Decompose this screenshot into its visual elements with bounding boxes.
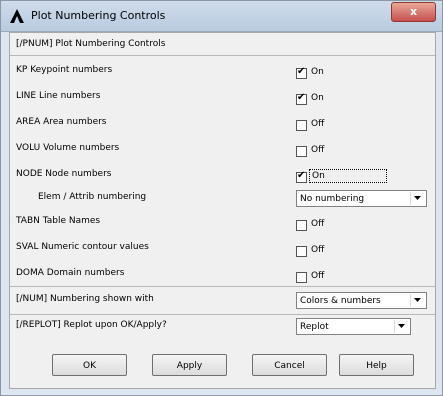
contour-values-checkbox[interactable]	[296, 246, 307, 257]
dropdown-arrow-icon	[410, 294, 425, 307]
help-button[interactable]: Help	[339, 354, 414, 376]
section-title: [/PNUM] Plot Numbering Controls	[16, 39, 166, 49]
elem-attrib-select[interactable]: No numbering	[296, 190, 427, 207]
domain-checkbox[interactable]	[296, 272, 307, 283]
num-label: [/NUM] Numbering shown with	[16, 294, 154, 304]
close-button[interactable]: x	[391, 2, 436, 22]
line-label: LINE Line numbers	[16, 91, 101, 101]
elem-attrib-label: Elem / Attrib numbering	[38, 192, 147, 202]
num-select[interactable]: Colors & numbers	[296, 292, 427, 309]
domain-state: Off	[311, 271, 325, 281]
keypoint-label: KP Keypoint numbers	[16, 65, 113, 75]
domain-label: DOMA Domain numbers	[16, 268, 125, 278]
area-state: Off	[311, 119, 325, 129]
check-icon: ✔	[297, 92, 306, 103]
area-checkbox[interactable]	[296, 120, 307, 131]
table-names-checkbox[interactable]	[296, 220, 307, 231]
table-names-state: Off	[311, 219, 325, 229]
title-bar[interactable]: Plot Numbering Controls x	[1, 1, 442, 32]
node-checkbox[interactable]: ✔	[296, 170, 307, 183]
divider	[10, 286, 435, 287]
ok-button[interactable]: OK	[52, 354, 127, 376]
contour-values-state: Off	[311, 245, 325, 255]
elem-attrib-value: No numbering	[300, 194, 365, 204]
area-label: AREA Area numbers	[16, 117, 107, 127]
replot-value: Replot	[300, 322, 329, 332]
header-section: [/PNUM] Plot Numbering Controls	[10, 33, 435, 56]
dropdown-arrow-icon	[394, 320, 409, 333]
replot-select[interactable]: Replot	[296, 318, 411, 335]
close-icon: x	[409, 5, 418, 18]
node-label: NODE Node numbers	[16, 169, 112, 179]
line-checkbox[interactable]: ✔	[296, 92, 307, 105]
keypoint-state: On	[311, 67, 324, 77]
volume-checkbox[interactable]	[296, 146, 307, 157]
apply-button[interactable]: Apply	[152, 354, 227, 376]
volume-state: Off	[311, 145, 325, 155]
num-value: Colors & numbers	[300, 296, 381, 306]
dropdown-arrow-icon	[410, 192, 425, 205]
dialog-body: [/PNUM] Plot Numbering Controls KP Keypo…	[9, 32, 436, 389]
dialog-window: Plot Numbering Controls x [/PNUM] Plot N…	[0, 0, 443, 396]
check-icon: ✔	[297, 170, 306, 181]
table-names-label: TABN Table Names	[16, 216, 101, 226]
line-state: On	[311, 93, 324, 103]
replot-label: [/REPLOT] Replot upon OK/Apply?	[16, 320, 167, 330]
window-title: Plot Numbering Controls	[31, 9, 166, 22]
divider	[10, 314, 435, 315]
contour-values-label: SVAL Numeric contour values	[16, 242, 149, 252]
node-state: On	[309, 169, 387, 183]
cancel-button[interactable]: Cancel	[252, 354, 327, 376]
volume-label: VOLU Volume numbers	[16, 143, 120, 153]
check-icon: ✔	[297, 66, 306, 77]
ansys-logo-icon	[9, 8, 25, 24]
keypoint-checkbox[interactable]: ✔	[296, 66, 307, 79]
